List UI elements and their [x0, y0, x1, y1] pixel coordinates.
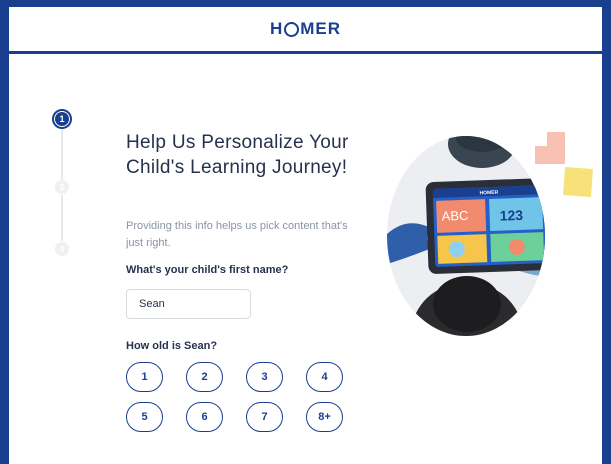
page-title: Help Us Personalize Your Child's Learnin… [126, 132, 349, 178]
age-option-4[interactable]: 4 [306, 362, 343, 392]
child-tablet-illustration: HOMER ABC 123 [387, 132, 593, 340]
age-option-2[interactable]: 2 [186, 362, 223, 392]
sticky-note-shape [563, 167, 593, 197]
logo-text-end: MER [300, 19, 342, 38]
age-question-label: How old is Sean? [126, 340, 218, 352]
stepper-connector [61, 195, 63, 241]
step-1-indicator: 1 [52, 109, 72, 129]
header: H MER [9, 7, 602, 54]
step-1-number: 1 [55, 112, 69, 126]
sticky-note-shape [535, 146, 555, 164]
step-2-indicator: 2 [55, 180, 69, 194]
tablet-device: HOMER ABC 123 [425, 177, 545, 275]
logo-text-start: H [269, 19, 284, 38]
progress-stepper: 1 2 3 [52, 109, 72, 259]
homer-logo[interactable]: H MER [270, 19, 341, 39]
name-question-label: What's your child's first name? [126, 264, 289, 276]
step-3-indicator: 3 [55, 242, 69, 256]
tablet-screen: HOMER ABC 123 [432, 185, 545, 267]
illustration-photo: HOMER ABC 123 [387, 136, 545, 336]
age-option-3[interactable]: 3 [246, 362, 283, 392]
age-option-7[interactable]: 7 [246, 402, 283, 432]
tablet-logo-text: HOMER [479, 190, 498, 197]
child-name-input[interactable] [126, 289, 251, 319]
page-subtitle: Providing this info helps us pick conten… [126, 220, 348, 249]
age-option-1[interactable]: 1 [126, 362, 163, 392]
tablet-screen-art: HOMER ABC 123 [432, 185, 545, 264]
age-option-5[interactable]: 5 [126, 402, 163, 432]
age-option-8-plus[interactable]: 8+ [306, 402, 343, 432]
stepper-connector [61, 129, 63, 181]
tablet-letters-text: ABC [441, 208, 468, 224]
age-option-6[interactable]: 6 [186, 402, 223, 432]
logo-o-icon [284, 21, 300, 37]
tablet-numbers-text: 123 [499, 207, 523, 224]
